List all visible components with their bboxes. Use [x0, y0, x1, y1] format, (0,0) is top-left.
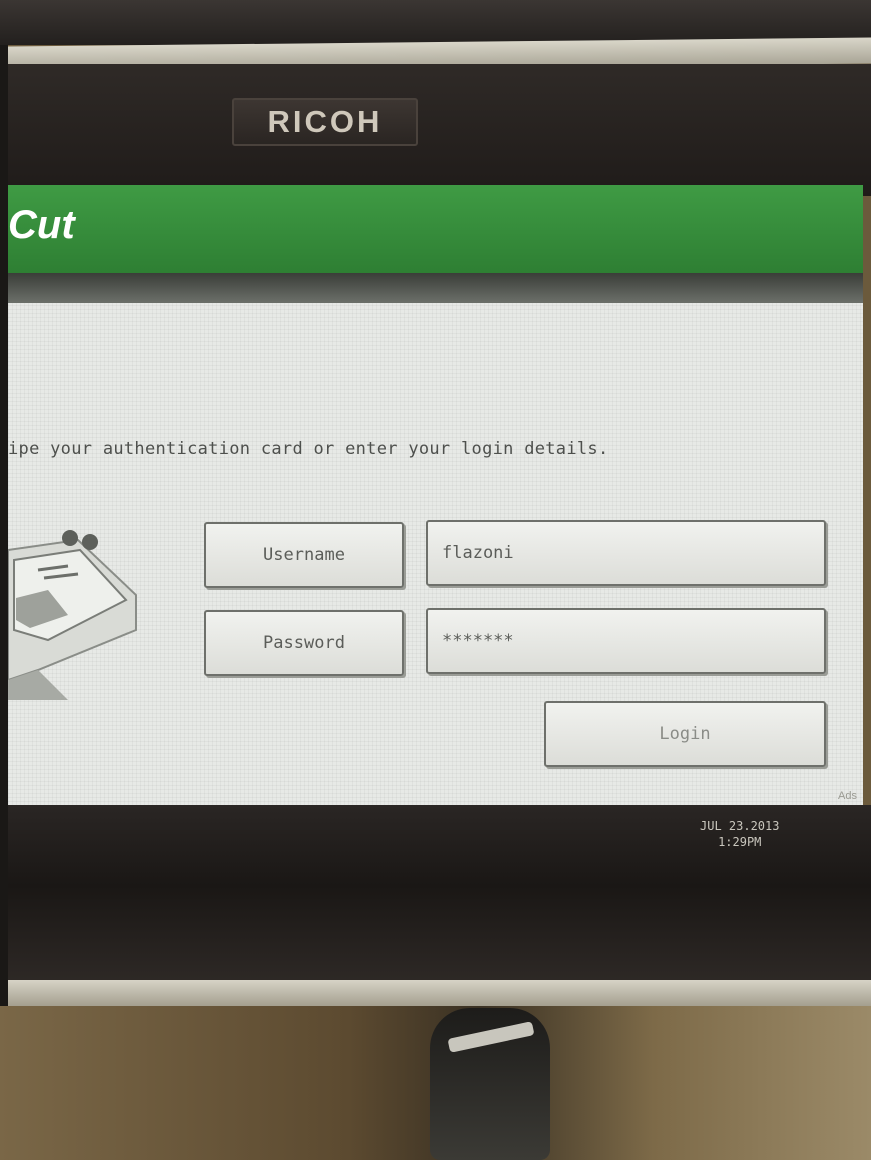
card-reader-icon — [8, 530, 137, 700]
status-date: JUL 23.2013 — [700, 819, 780, 833]
login-label: Login — [659, 724, 711, 744]
device-photo: RICOH Cut ipe your authentication card o… — [0, 0, 871, 1160]
login-instruction: ipe your authentication card or enter yo… — [8, 439, 609, 459]
header-divider — [8, 273, 863, 303]
username-field[interactable]: flazoni — [426, 520, 826, 586]
touch-screen: Cut ipe your authentication card or ente… — [8, 185, 863, 805]
corner-text: Ads — [838, 790, 857, 802]
app-title: Cut — [8, 203, 75, 247]
password-field[interactable]: ******* — [426, 608, 826, 674]
login-button[interactable]: Login — [544, 701, 826, 767]
username-label-button[interactable]: Username — [204, 522, 404, 588]
password-label-button[interactable]: Password — [204, 610, 404, 676]
device-bottom-edge — [8, 980, 871, 1006]
brand-logo: RICOH — [232, 98, 418, 146]
password-label: Password — [263, 633, 345, 653]
app-header: Cut — [8, 185, 863, 273]
username-label: Username — [263, 545, 345, 565]
photo-edge — [0, 0, 8, 1160]
device-bezel-top — [8, 64, 871, 196]
username-value: flazoni — [442, 543, 514, 563]
status-datetime: JUL 23.2013 1:29PM — [700, 818, 779, 850]
status-time: 1:29PM — [718, 835, 762, 849]
password-value: ******* — [442, 631, 514, 651]
